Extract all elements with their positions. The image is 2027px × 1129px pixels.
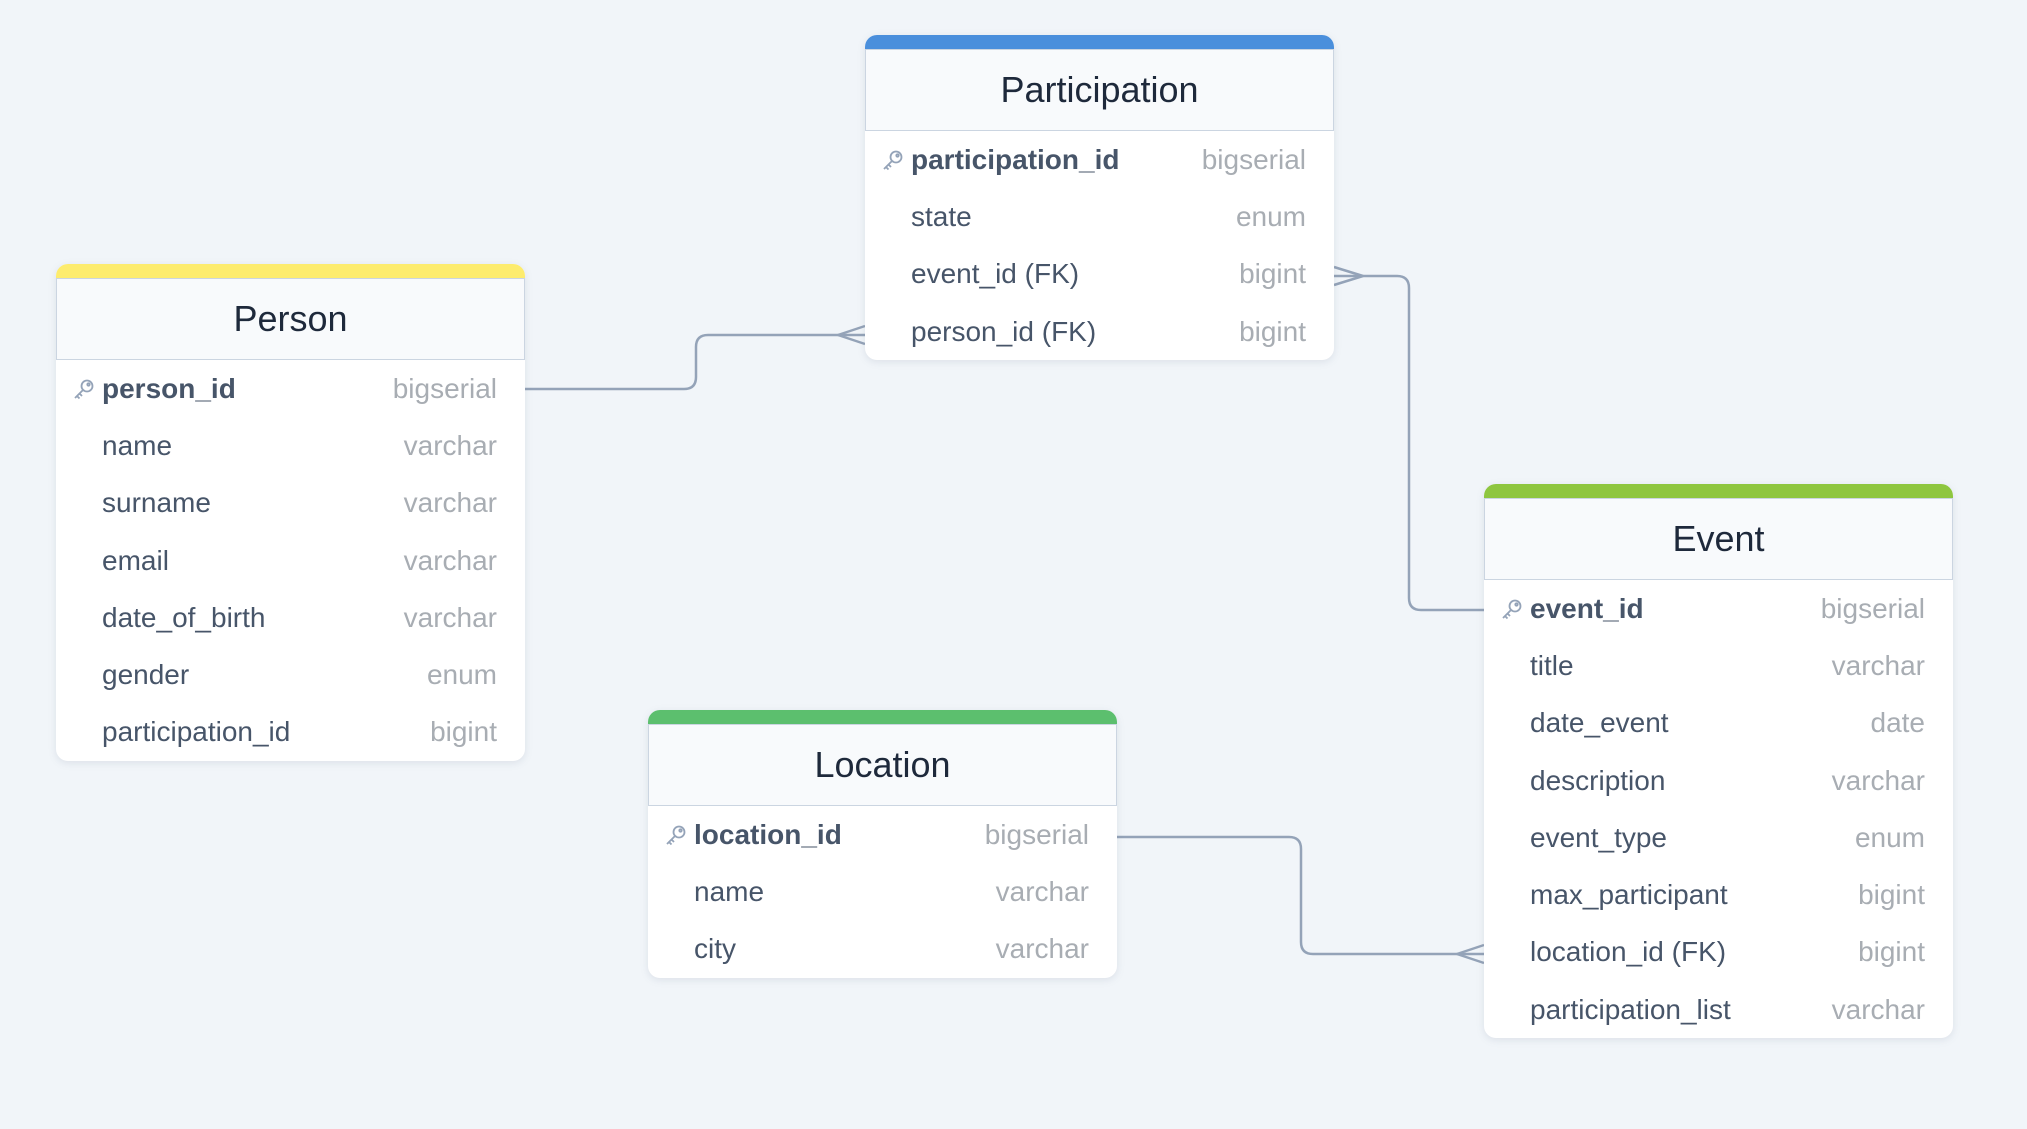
field-row[interactable]: event_type enum: [1484, 809, 1953, 866]
field-type: varchar: [1831, 764, 1925, 796]
field-row[interactable]: location_id bigserial: [648, 806, 1117, 863]
table-person[interactable]: Person person_id bigserial name varchar …: [56, 264, 525, 762]
field-name: surname: [102, 487, 211, 519]
table-color-bar: [648, 710, 1117, 724]
field-row[interactable]: email varchar: [56, 532, 525, 589]
field-type: varchar: [1831, 993, 1925, 1025]
field-type: bigint: [1858, 879, 1925, 911]
key-icon: [881, 148, 911, 172]
field-row[interactable]: person_id (FK) bigint: [865, 303, 1334, 360]
field-type: enum: [1854, 821, 1925, 853]
field-type: varchar: [995, 875, 1089, 907]
field-row[interactable]: date_event date: [1484, 695, 1953, 752]
table-color-bar: [865, 35, 1334, 49]
field-row[interactable]: participation_list varchar: [1484, 981, 1953, 1038]
field-row[interactable]: person_id bigserial: [56, 360, 525, 417]
field-type: bigint: [1239, 315, 1306, 347]
field-type: enum: [1235, 200, 1306, 232]
field-name: gender: [102, 659, 190, 691]
field-name: location_id: [694, 818, 842, 850]
field-name: state: [911, 200, 972, 232]
table-color-bar: [56, 264, 525, 278]
field-row[interactable]: date_of_birth varchar: [56, 589, 525, 646]
field-name: max_participant: [1530, 879, 1728, 911]
field-type: varchar: [1831, 649, 1925, 681]
field-row[interactable]: city varchar: [648, 921, 1117, 978]
table-location[interactable]: Location location_id bigserial name varc…: [648, 710, 1117, 978]
field-name: date_event: [1530, 707, 1669, 739]
field-name: event_id: [1530, 592, 1644, 624]
field-type: enum: [426, 659, 497, 691]
field-row[interactable]: event_id bigserial: [1484, 580, 1953, 637]
table-event[interactable]: Event event_id bigserial title varchar d…: [1484, 484, 1953, 1039]
field-name: city: [694, 933, 736, 965]
field-type: varchar: [403, 429, 497, 461]
field-name: event_id (FK): [911, 258, 1080, 290]
key-icon: [664, 823, 694, 847]
field-name: name: [694, 875, 765, 907]
relation-person-participation: [525, 333, 865, 391]
key-icon: [72, 377, 102, 401]
field-row[interactable]: gender enum: [56, 646, 525, 703]
table-participation[interactable]: Participation participation_id bigserial…: [865, 35, 1334, 361]
field-type: date: [1870, 707, 1926, 739]
field-name: title: [1530, 649, 1574, 681]
field-name: participation_id: [102, 716, 291, 748]
field-type: bigserial: [1201, 143, 1306, 175]
table-color-bar: [1484, 484, 1953, 498]
field-row[interactable]: surname varchar: [56, 475, 525, 532]
field-row[interactable]: state enum: [865, 188, 1334, 245]
field-name: person_id: [102, 372, 236, 404]
field-name: description: [1530, 764, 1666, 796]
field-type: bigint: [430, 716, 497, 748]
field-row[interactable]: name varchar: [56, 417, 525, 474]
table-title[interactable]: Event: [1484, 498, 1953, 580]
field-name: location_id (FK): [1530, 936, 1727, 968]
relation-event-participation: [1334, 274, 1484, 612]
field-type: bigserial: [392, 372, 497, 404]
field-type: bigint: [1858, 936, 1925, 968]
field-row[interactable]: description varchar: [1484, 752, 1953, 809]
field-name: email: [102, 544, 169, 576]
field-row[interactable]: location_id (FK) bigint: [1484, 924, 1953, 981]
field-name: name: [102, 429, 173, 461]
field-type: varchar: [403, 601, 497, 633]
field-type: bigserial: [984, 818, 1089, 850]
field-row[interactable]: max_participant bigint: [1484, 866, 1953, 923]
table-title[interactable]: Location: [648, 724, 1117, 806]
field-row[interactable]: title varchar: [1484, 637, 1953, 694]
field-name: participation_list: [1530, 993, 1731, 1025]
field-row[interactable]: participation_id bigserial: [865, 131, 1334, 188]
field-type: varchar: [995, 933, 1089, 965]
table-title[interactable]: Participation: [865, 49, 1334, 131]
key-icon: [1500, 597, 1530, 621]
field-name: participation_id: [911, 143, 1120, 175]
field-type: varchar: [403, 487, 497, 519]
table-title[interactable]: Person: [56, 278, 525, 360]
field-name: event_type: [1530, 821, 1667, 853]
field-row[interactable]: participation_id bigint: [56, 704, 525, 761]
field-type: bigint: [1239, 258, 1306, 290]
field-type: bigserial: [1820, 592, 1925, 624]
field-name: date_of_birth: [102, 601, 266, 633]
relation-location-event: [1117, 835, 1484, 956]
field-type: varchar: [403, 544, 497, 576]
field-name: person_id (FK): [911, 315, 1097, 347]
field-row[interactable]: event_id (FK) bigint: [865, 246, 1334, 303]
field-row[interactable]: name varchar: [648, 863, 1117, 920]
